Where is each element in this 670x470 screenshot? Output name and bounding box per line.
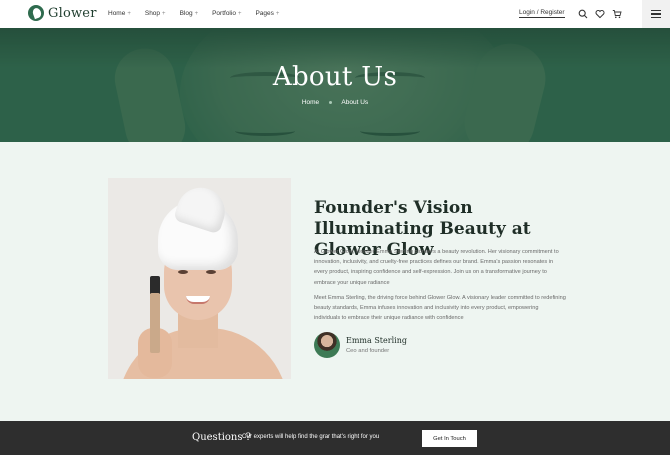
founder-info: Emma Sterling Ceo and founder	[346, 336, 407, 354]
avatar	[314, 332, 340, 358]
breadcrumb-home-link[interactable]: Home	[302, 99, 319, 106]
nav-item-blog[interactable]: Blog +	[180, 10, 199, 17]
search-icon[interactable]	[578, 9, 588, 19]
founder-photo	[108, 178, 291, 379]
breadcrumb: Home About Us	[0, 99, 670, 106]
photo-bottle-cap	[150, 276, 160, 294]
nav-item-label: Home	[108, 10, 126, 17]
plus-icon: +	[127, 10, 131, 17]
brand-logo[interactable]: Glower	[28, 5, 97, 21]
founder-card: Emma Sterling Ceo and founder	[314, 332, 407, 358]
nav-item-portfolio[interactable]: Portfolio +	[212, 10, 241, 17]
get-in-touch-button[interactable]: Get In Touch	[422, 430, 477, 447]
nav-item-home[interactable]: Home +	[108, 10, 131, 17]
nav-item-label: Blog	[179, 10, 193, 17]
about-section: Founder's Vision Illuminating Beauty at …	[0, 142, 670, 421]
plus-icon: +	[162, 10, 166, 17]
heart-icon[interactable]	[595, 9, 605, 19]
questions-text: Our experts will help find the grar that…	[242, 434, 380, 440]
founder-role: Ceo and founder	[346, 348, 390, 354]
about-paragraph-1: At Glower Glow, founder Emma Sterling pi…	[314, 249, 559, 286]
questions-bar: Questions ? Our experts will help find t…	[0, 421, 670, 455]
page-title: About Us	[272, 62, 398, 92]
hero-banner: About Us Home About Us	[0, 28, 670, 142]
nav-item-label: Shop	[144, 10, 161, 17]
about-paragraph-2: Meet Emma Sterling, the driving force be…	[314, 295, 566, 322]
cart-icon[interactable]	[612, 9, 622, 19]
photo-eye-left	[178, 270, 188, 274]
plus-icon: +	[237, 10, 242, 17]
site-header: Glower Home + Shop + Blog + Portfolio + …	[0, 0, 670, 28]
brand-name: Glower	[48, 5, 97, 21]
breadcrumb-separator-icon	[328, 100, 332, 104]
bottom-strip	[0, 455, 670, 470]
breadcrumb-current: About Us	[341, 99, 369, 106]
login-register-link[interactable]: Login / Register	[519, 9, 565, 18]
plus-icon: +	[275, 10, 280, 17]
hamburger-menu-icon[interactable]	[642, 0, 670, 28]
main-nav: Home + Shop + Blog + Portfolio + Pages +	[108, 10, 279, 17]
photo-eye-right	[206, 270, 216, 274]
nav-item-label: Portfolio	[212, 10, 236, 17]
logo-leaf-icon	[28, 5, 44, 21]
plus-icon: +	[194, 10, 199, 17]
founder-name: Emma Sterling	[346, 336, 407, 345]
nav-item-pages[interactable]: Pages +	[255, 10, 279, 17]
nav-item-shop[interactable]: Shop +	[145, 10, 166, 17]
photo-bottle	[150, 293, 160, 353]
nav-item-label: Pages	[255, 10, 274, 17]
